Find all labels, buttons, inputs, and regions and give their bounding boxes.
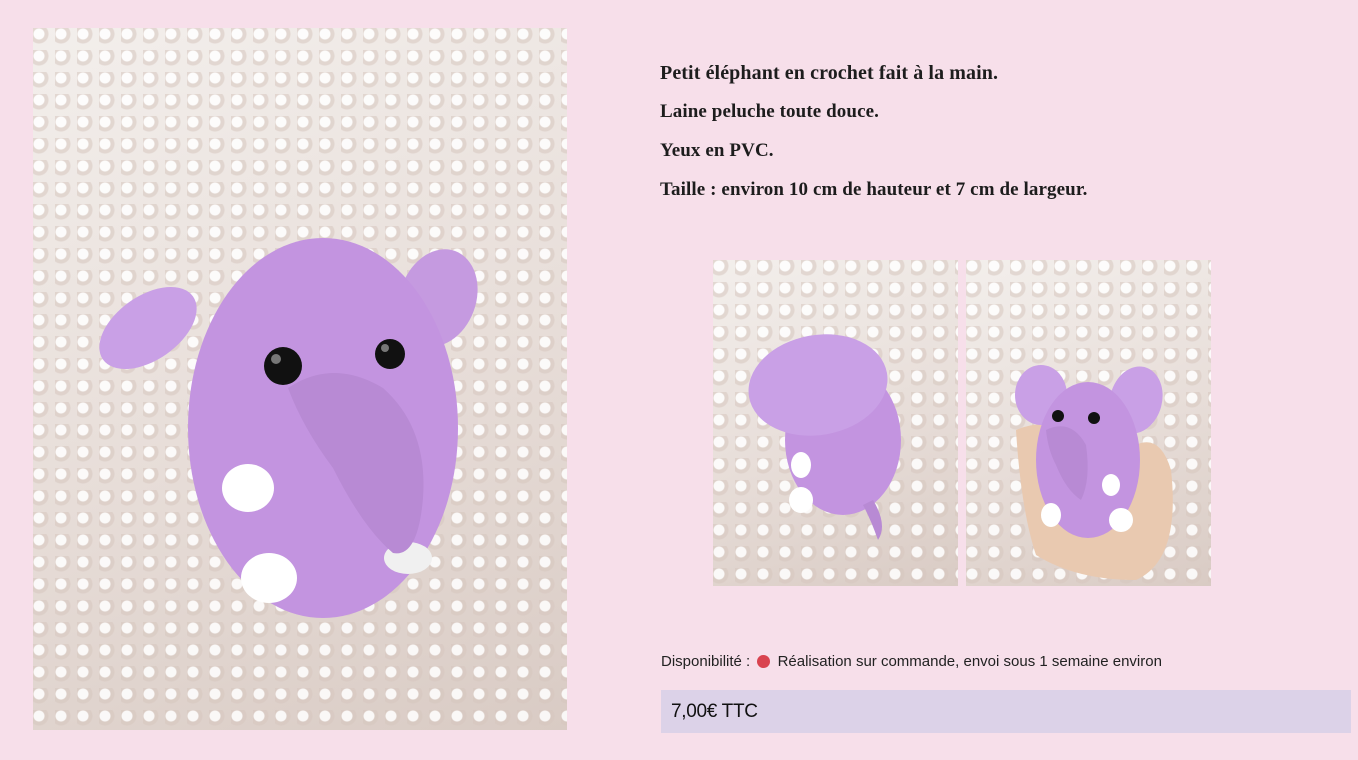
product-description: Petit éléphant en crochet fait à la main…: [660, 62, 1300, 218]
availability-line: Disponibilité : Réalisation sur commande…: [661, 653, 1162, 670]
main-product-image[interactable]: [33, 28, 567, 730]
thumbnail-side-view[interactable]: [713, 260, 958, 586]
thumbnail-in-hand-view[interactable]: [966, 260, 1211, 586]
elephant-side-illustration: [748, 334, 901, 540]
product-title: Petit éléphant en crochet fait à la main…: [660, 62, 999, 84]
elephant-in-hand-illustration: [1015, 365, 1173, 580]
product-detail-eyes: Yeux en PVC.: [660, 140, 774, 161]
product-detail-size: Taille : environ 10 cm de hauteur et 7 c…: [660, 179, 1088, 200]
product-price: 7,00€ TTC: [671, 701, 758, 722]
product-detail-material: Laine peluche toute douce.: [660, 101, 879, 122]
availability-status: Réalisation sur commande, envoi sous 1 s…: [777, 653, 1162, 670]
price-box: 7,00€ TTC: [661, 690, 1351, 733]
elephant-front-illustration: [99, 238, 478, 618]
availability-label: Disponibilité :: [661, 653, 751, 670]
availability-status-dot-icon: [757, 655, 771, 668]
